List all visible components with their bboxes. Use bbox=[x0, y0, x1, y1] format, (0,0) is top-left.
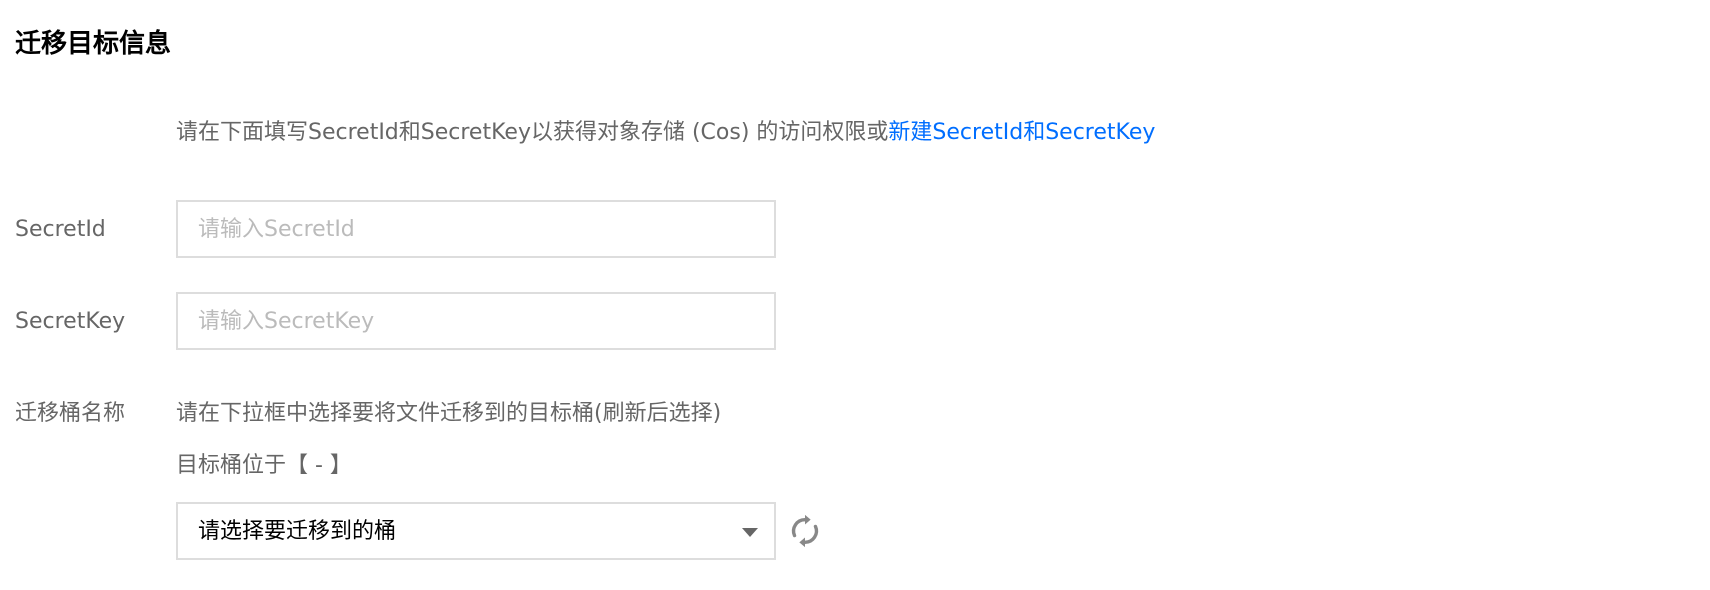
credentials-notice: 请在下面填写SecretId和SecretKey以获得对象存储 (Cos) 的访… bbox=[176, 116, 1155, 150]
notice-text: 请在下面填写SecretId和SecretKey以获得对象存储 (Cos) 的访… bbox=[176, 120, 889, 145]
bucket-select-value: 请选择要迁移到的桶 bbox=[198, 519, 397, 544]
secret-key-label: SecretKey bbox=[15, 309, 126, 334]
bucket-hint: 请在下拉框中选择要将文件迁移到的目标桶(刷新后选择) bbox=[176, 401, 722, 426]
refresh-icon[interactable] bbox=[788, 514, 822, 548]
bucket-select[interactable]: 请选择要迁移到的桶 bbox=[176, 502, 776, 560]
create-secret-link[interactable]: 新建SecretId和SecretKey bbox=[888, 120, 1155, 145]
secret-key-input[interactable] bbox=[176, 292, 776, 350]
bucket-name-label: 迁移桶名称 bbox=[15, 401, 126, 426]
chevron-down-icon bbox=[742, 528, 758, 537]
secret-id-label: SecretId bbox=[15, 217, 106, 242]
section-title: 迁移目标信息 bbox=[15, 29, 172, 59]
secret-id-input[interactable] bbox=[176, 200, 776, 258]
bucket-location: 目标桶位于【 - 】 bbox=[176, 453, 352, 478]
